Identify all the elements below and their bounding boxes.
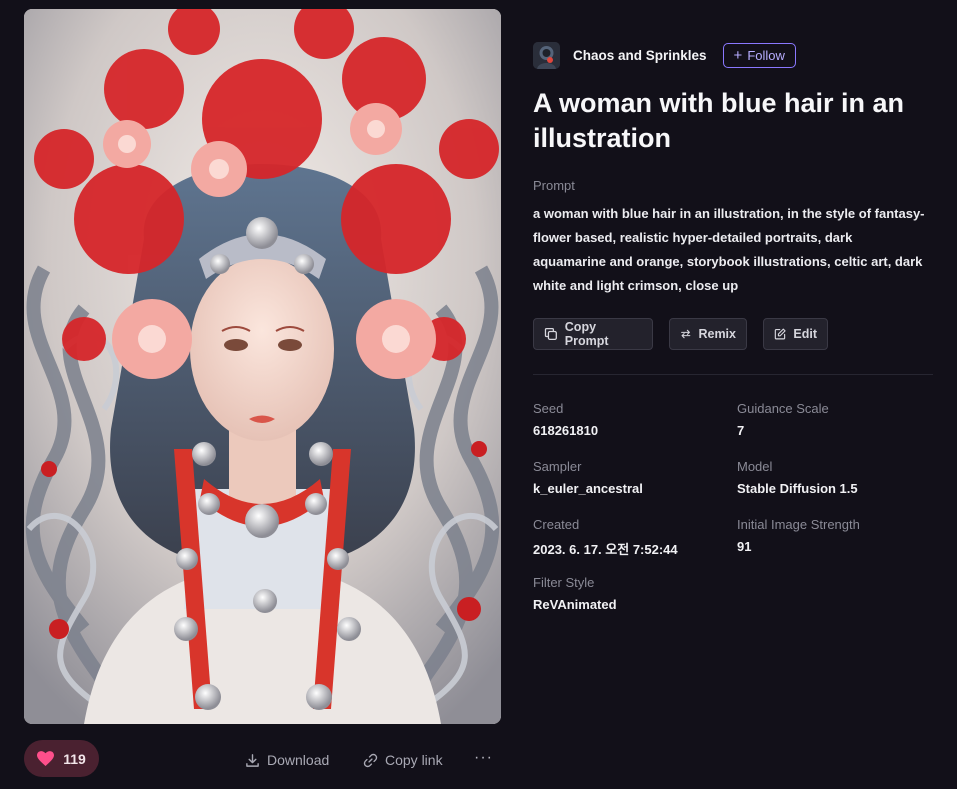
like-count: 119 <box>63 750 86 767</box>
download-icon <box>246 753 259 767</box>
remix-label: Remix <box>698 327 736 341</box>
author-avatar[interactable] <box>533 42 560 69</box>
meta-filter-style: Filter Style ReVAnimated <box>533 575 617 612</box>
download-label: Download <box>267 752 330 768</box>
artwork-illustration <box>24 9 501 724</box>
initial-image-strength-value: 91 <box>737 539 752 554</box>
section-divider <box>533 374 933 375</box>
created-label: Created <box>533 517 580 532</box>
image-detail-page: 119 Download Copy link ··· Chaos and Spr… <box>0 0 957 789</box>
filter-style-value: ReVAnimated <box>533 597 617 612</box>
edit-pencil-icon <box>774 328 786 340</box>
initial-image-strength-label: Initial Image Strength <box>737 517 860 532</box>
prompt-label: Prompt <box>533 178 575 193</box>
author-row: Chaos and Sprinkles + Follow <box>533 42 796 69</box>
created-value: 2023. 6. 17. 오전 7:52:44 <box>533 542 678 557</box>
remix-button[interactable]: Remix <box>669 318 747 350</box>
sampler-label: Sampler <box>533 459 582 474</box>
meta-seed: Seed 618261810 <box>533 401 598 438</box>
meta-guidance-scale: Guidance Scale 7 <box>737 401 829 438</box>
follow-label: Follow <box>747 48 785 63</box>
copy-prompt-label: Copy Prompt <box>564 320 609 348</box>
seed-value: 618261810 <box>533 423 599 438</box>
more-options-button[interactable]: ··· <box>474 748 493 768</box>
follow-button[interactable]: + Follow <box>722 43 796 68</box>
meta-model: Model Stable Diffusion 1.5 <box>737 459 858 496</box>
edit-label: Edit <box>793 327 817 341</box>
page-title: A woman with blue hair in an illustratio… <box>533 88 905 153</box>
edit-button[interactable]: Edit <box>763 318 828 350</box>
plus-icon: + <box>733 47 743 64</box>
seed-label: Seed <box>533 401 564 416</box>
remix-arrows-icon <box>681 329 691 339</box>
meta-sampler: Sampler k_euler_ancestral <box>533 459 643 496</box>
link-icon <box>363 753 378 767</box>
copy-prompt-button[interactable]: Copy Prompt <box>533 318 653 350</box>
like-button[interactable]: 119 <box>24 740 99 777</box>
copy-link-label: Copy link <box>385 752 443 768</box>
copy-icon <box>544 327 557 341</box>
author-name[interactable]: Chaos and Sprinkles <box>573 48 707 63</box>
heart-icon <box>37 751 55 766</box>
sampler-value: k_euler_ancestral <box>533 481 643 496</box>
avatar-image <box>533 42 560 69</box>
model-value: Stable Diffusion 1.5 <box>737 481 858 496</box>
filter-style-label: Filter Style <box>533 575 595 590</box>
meta-initial-image-strength: Initial Image Strength 91 <box>737 517 860 554</box>
guidance-scale-value: 7 <box>737 423 745 438</box>
prompt-text: a woman with blue hair in an illustratio… <box>533 206 925 293</box>
copy-link-button[interactable]: Copy link <box>363 750 443 770</box>
meta-created: Created 2023. 6. 17. 오전 7:52:44 <box>533 517 678 558</box>
generated-image[interactable] <box>24 9 501 724</box>
model-label: Model <box>737 459 773 474</box>
guidance-scale-label: Guidance Scale <box>737 401 829 416</box>
download-button[interactable]: Download <box>245 750 329 770</box>
